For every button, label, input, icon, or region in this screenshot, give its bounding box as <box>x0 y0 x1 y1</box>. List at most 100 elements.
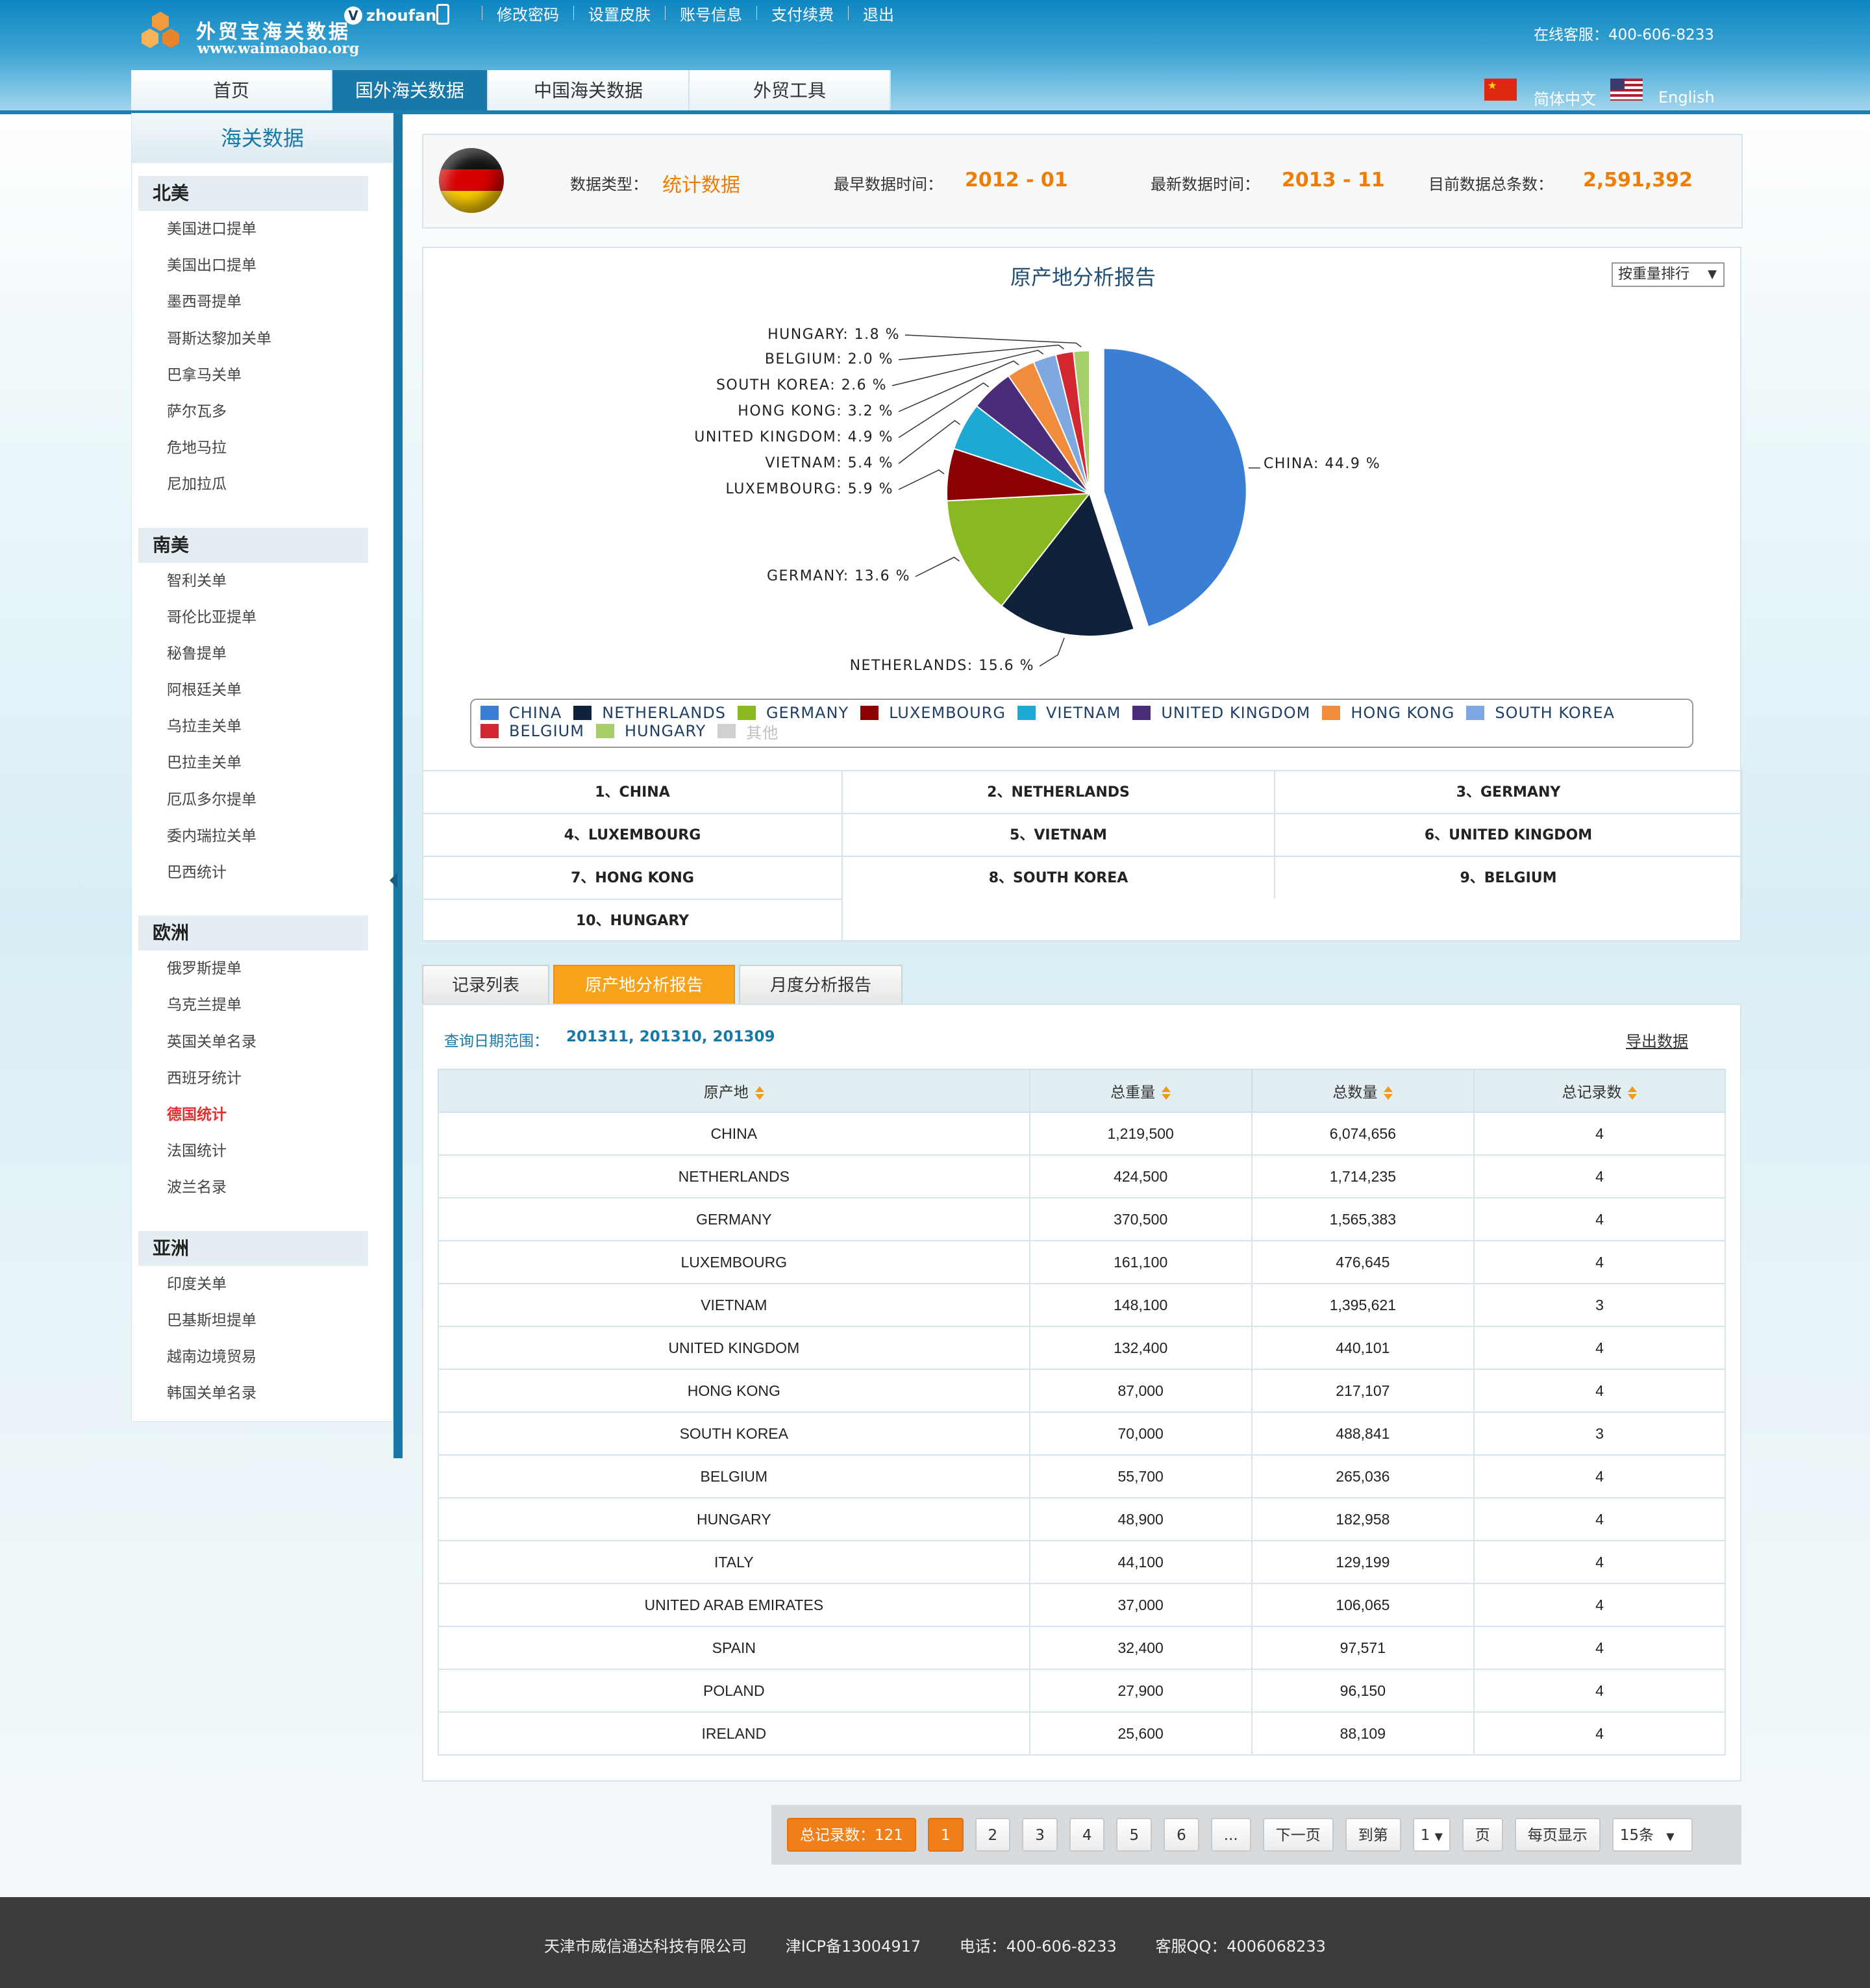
tab-monthly-report[interactable]: 月度分析报告 <box>739 965 903 1004</box>
next-page-button[interactable]: 下一页 <box>1262 1818 1334 1852</box>
sidebar-item[interactable]: 越南边境贸易 <box>132 1339 393 1375</box>
lang-cn[interactable]: 简体中文 <box>1484 77 1596 108</box>
legend-item[interactable]: SOUTH KOREA <box>1466 704 1615 722</box>
sidebar-item[interactable]: 萨尔瓦多 <box>132 393 393 430</box>
legend-item[interactable]: VIETNAM <box>1017 704 1121 722</box>
top-nav-renew[interactable]: 支付续费 <box>771 2 834 25</box>
column-header-origin[interactable]: 原产地 <box>438 1069 1030 1113</box>
nav-foreign-customs[interactable]: 国外海关数据 <box>332 70 488 112</box>
sidebar-item[interactable]: 西班牙统计 <box>132 1060 393 1097</box>
goto-page-select[interactable]: 1 ▼ <box>1412 1818 1451 1852</box>
sidebar-item[interactable]: 厄瓜多尔提单 <box>132 782 393 818</box>
footer-icp[interactable]: 津ICP备13004917 <box>786 1937 921 1956</box>
sidebar-item[interactable]: 巴拉圭关单 <box>132 745 393 781</box>
tab-origin-report[interactable]: 原产地分析报告 <box>553 965 735 1004</box>
sidebar-item[interactable]: 墨西哥提单 <box>132 284 393 320</box>
ranking-item[interactable]: 9、BELGIUM <box>1275 856 1743 899</box>
sidebar-item[interactable]: 德国统计 <box>132 1097 393 1133</box>
sidebar-item[interactable]: 美国进口提单 <box>132 211 393 247</box>
ranking-item[interactable]: 7、HONG KONG <box>423 856 843 899</box>
sidebar-item[interactable]: 乌拉圭关单 <box>132 708 393 745</box>
page-button-6[interactable]: 6 <box>1164 1818 1199 1852</box>
per-page-select[interactable]: 15条 ▼ <box>1612 1818 1693 1852</box>
top-nav-account[interactable]: 账号信息 <box>680 2 742 25</box>
ranking-item[interactable]: 6、UNITED KINGDOM <box>1275 813 1743 856</box>
sidebar-item[interactable]: 智利关单 <box>132 563 393 599</box>
page-button-1[interactable]: 1 <box>927 1818 964 1852</box>
sidebar-item[interactable]: 法国统计 <box>132 1133 393 1169</box>
sidebar-group-europe[interactable]: 欧洲 <box>138 915 368 951</box>
table-row[interactable]: BELGIUM 55,700 265,036 4 <box>438 1454 1727 1498</box>
sidebar-item[interactable]: 波兰名录 <box>132 1169 393 1206</box>
table-row[interactable]: CHINA 1,219,500 6,074,656 4 <box>438 1112 1727 1156</box>
collapse-arrow-icon[interactable] <box>390 873 397 888</box>
sidebar-item[interactable]: 英国关单名录 <box>132 1024 393 1060</box>
ranking-item[interactable]: 8、SOUTH KOREA <box>843 856 1275 899</box>
table-row[interactable]: UNITED ARAB EMIRATES 37,000 106,065 4 <box>438 1583 1727 1627</box>
sidebar-item[interactable]: 秘鲁提单 <box>132 636 393 672</box>
table-row[interactable]: SOUTH KOREA 70,000 488,841 3 <box>438 1411 1727 1456</box>
pie-slice[interactable] <box>1103 347 1247 628</box>
column-header-weight[interactable]: 总重量 <box>1028 1069 1253 1113</box>
sidebar-item[interactable]: 俄罗斯提单 <box>132 951 393 987</box>
legend-item[interactable]: CHINA <box>480 704 562 722</box>
sidebar-item[interactable]: 巴西统计 <box>132 854 393 891</box>
sidebar-item[interactable]: 印度关单 <box>132 1266 393 1302</box>
legend-item[interactable]: HONG KONG <box>1322 704 1454 722</box>
table-row[interactable]: IRELAND 25,600 88,109 4 <box>438 1711 1727 1756</box>
sidebar-item[interactable]: 美国出口提单 <box>132 247 393 284</box>
ranking-item[interactable]: 3、GERMANY <box>1275 770 1743 813</box>
nav-china-customs[interactable]: 中国海关数据 <box>488 70 690 112</box>
sidebar-item[interactable]: 巴基斯坦提单 <box>132 1302 393 1339</box>
top-nav-logout[interactable]: 退出 <box>863 2 894 25</box>
sidebar-group-north-america[interactable]: 北美 <box>138 176 368 211</box>
sidebar-item[interactable]: 危地马拉 <box>132 430 393 466</box>
column-header-quantity[interactable]: 总数量 <box>1251 1069 1475 1113</box>
sidebar-item[interactable]: 巴拿马关单 <box>132 357 393 393</box>
ranking-item[interactable]: 10、HUNGARY <box>423 899 843 941</box>
top-nav-change-password[interactable]: 修改密码 <box>497 2 559 25</box>
sidebar-group-asia[interactable]: 亚洲 <box>138 1230 368 1266</box>
table-row[interactable]: NETHERLANDS 424,500 1,714,235 4 <box>438 1154 1727 1199</box>
top-nav-skin[interactable]: 设置皮肤 <box>588 2 651 25</box>
legend-item[interactable]: HUNGARY <box>595 722 706 740</box>
table-row[interactable]: POLAND 27,900 96,150 4 <box>438 1669 1727 1713</box>
legend-item[interactable]: LUXEMBOURG <box>860 704 1006 722</box>
column-header-records[interactable]: 总记录数 <box>1473 1069 1727 1113</box>
sidebar-item[interactable]: 尼加拉瓜 <box>132 466 393 503</box>
page-button-2[interactable]: 2 <box>975 1818 1011 1852</box>
sidebar-group-south-america[interactable]: 南美 <box>138 527 368 563</box>
table-row[interactable]: SPAIN 32,400 97,571 4 <box>438 1626 1727 1670</box>
goto-button[interactable]: 到第 <box>1345 1818 1401 1852</box>
sidebar-item[interactable]: 阿根廷关单 <box>132 672 393 708</box>
username[interactable]: zhoufan <box>366 6 436 25</box>
table-row[interactable]: HUNGARY 48,900 182,958 4 <box>438 1497 1727 1541</box>
legend-item[interactable]: NETHERLANDS <box>573 704 726 722</box>
sidebar-item[interactable]: 乌克兰提单 <box>132 987 393 1023</box>
logo[interactable]: 外贸宝海关数据 www.waimaobao.org <box>138 10 359 62</box>
table-row[interactable]: UNITED KINGDOM 132,400 440,101 4 <box>438 1326 1727 1370</box>
table-row[interactable]: HONG KONG 87,000 217,107 4 <box>438 1369 1727 1413</box>
sort-icon[interactable] <box>1628 1086 1638 1100</box>
ranking-item[interactable]: 2、NETHERLANDS <box>843 770 1275 813</box>
table-row[interactable]: GERMANY 370,500 1,565,383 4 <box>438 1197 1727 1241</box>
sidebar-item[interactable]: 韩国关单名录 <box>132 1375 393 1411</box>
table-row[interactable]: LUXEMBOURG 161,100 476,645 4 <box>438 1240 1727 1284</box>
sort-icon[interactable] <box>1384 1086 1393 1100</box>
table-row[interactable]: VIETNAM 148,100 1,395,621 3 <box>438 1283 1727 1327</box>
page-button-4[interactable]: 4 <box>1069 1818 1105 1852</box>
ranking-item[interactable]: 5、VIETNAM <box>843 813 1275 856</box>
sort-icon[interactable] <box>754 1086 764 1100</box>
legend-item[interactable]: UNITED KINGDOM <box>1132 704 1310 722</box>
sidebar-item[interactable]: 哥斯达黎加关单 <box>132 321 393 357</box>
legend-item[interactable]: 其他 <box>717 722 779 742</box>
nav-home[interactable]: 首页 <box>131 70 332 112</box>
mobile-icon[interactable] <box>436 4 449 25</box>
table-row[interactable]: ITALY 44,100 129,199 4 <box>438 1540 1727 1584</box>
legend-item[interactable]: BELGIUM <box>480 722 584 740</box>
lang-en[interactable]: English <box>1610 77 1715 106</box>
nav-trade-tools[interactable]: 外贸工具 <box>690 70 891 112</box>
export-button[interactable]: 导出数据 <box>1626 1028 1688 1051</box>
ranking-item[interactable]: 1、CHINA <box>423 770 843 813</box>
tab-record-list[interactable]: 记录列表 <box>422 965 549 1004</box>
